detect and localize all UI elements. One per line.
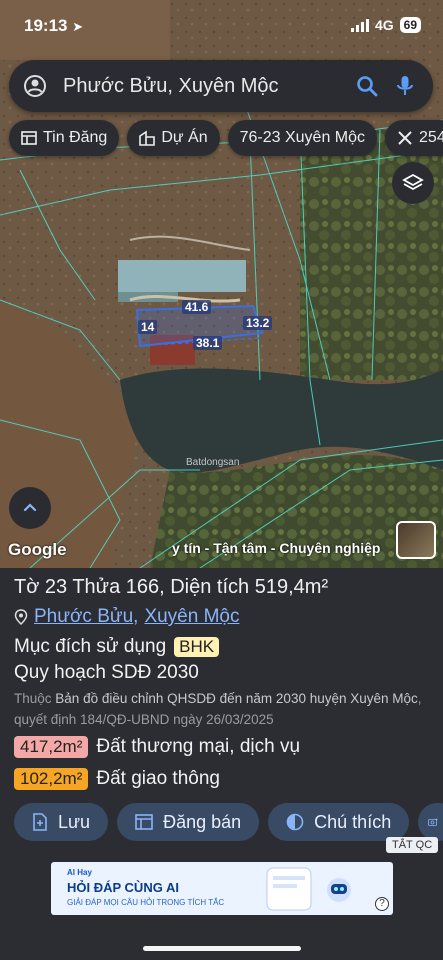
ad-brand: AI Hay xyxy=(67,868,92,877)
status-indicators: 4G 69 xyxy=(350,17,421,33)
parcel-info-panel: Tờ 23 Thửa 166, Diện tích 519,4m² Phước … xyxy=(0,568,443,960)
account-icon[interactable] xyxy=(23,74,47,98)
ad-subline: GIẢI ĐÁP MỌI CÂU HỎI TRONG TÍCH TẮC xyxy=(67,898,225,907)
search-bar[interactable]: Phước Bửu, Xuyên Mộc xyxy=(9,60,433,112)
ad-banner[interactable]: AI Hay HỎI ĐÁP CÙNG AI GIẢI ĐÁP MỌI CÂU … xyxy=(51,862,393,915)
layers-button[interactable] xyxy=(392,162,434,204)
chip-label: Dự Án xyxy=(161,129,208,146)
plot-number: 166 xyxy=(125,576,160,598)
legend-icon xyxy=(286,813,304,831)
land-use-row: 417,2m² Đất thương mại, dịch vụ xyxy=(14,736,300,758)
chip-tools[interactable]: 254 xyxy=(385,120,443,156)
purpose-code-badge: BHK xyxy=(174,637,220,657)
land-use-row: 102,2m² Đất giao thông xyxy=(14,768,220,790)
dimension-label: 38.1 xyxy=(193,336,223,350)
plot-prefix: Thửa xyxy=(67,576,126,598)
title-prefix: Tờ xyxy=(14,576,45,598)
dimension-label: 14 xyxy=(138,320,158,334)
map-watermark: Batdongsan xyxy=(186,457,240,468)
table-icon xyxy=(21,131,37,145)
parcel-title: Tờ 23 Thửa 166, Diện tích 519,4m² xyxy=(14,576,328,599)
filter-chips: Tin Đăng Dự Án 76-23 Xuyên Mộc 254 xyxy=(9,120,443,156)
land-use-label: Đất giao thông xyxy=(96,768,220,789)
post-listing-button[interactable]: Đăng bán xyxy=(117,803,260,841)
chip-tin-dang[interactable]: Tin Đăng xyxy=(9,120,120,156)
camera-button[interactable] xyxy=(418,803,443,841)
sheet-number: 23 xyxy=(44,576,68,598)
location-arrow-icon: ➤ xyxy=(72,19,84,34)
planning-source: Thuộc Bản đồ điều chỉnh QHSDĐ đến năm 20… xyxy=(14,688,434,730)
action-buttons: Lưu Đăng bán Chú thích xyxy=(14,803,443,841)
expand-button[interactable] xyxy=(9,487,51,529)
camera-icon xyxy=(428,818,438,826)
button-label: Đăng bán xyxy=(163,811,242,832)
search-icon[interactable] xyxy=(355,74,379,98)
status-time: 19:13 ➤ xyxy=(24,16,83,36)
help-icon[interactable]: ? xyxy=(375,897,389,911)
marquee-text: y tín - Tận tâm - Chuyên nghiệp xyxy=(172,540,381,556)
land-use-area-badge: 102,2m² xyxy=(14,768,89,790)
chip-label: 254 xyxy=(419,129,443,146)
close-ad-button[interactable]: TẮT QC xyxy=(386,837,439,853)
separator: , xyxy=(133,606,139,627)
parcel-location: Phước Bửu, Xuyên Mộc xyxy=(14,606,239,628)
location-pin-icon xyxy=(14,609,28,625)
network-type: 4G xyxy=(374,17,394,33)
dimension-label: 41.6 xyxy=(182,300,212,314)
map-view[interactable]: 41.6 14 13.2 38.1 Batdongsan 19:13 ➤ 4G … xyxy=(0,0,443,568)
district-link[interactable]: Xuyên Mộc xyxy=(144,606,239,628)
land-purpose: Mục đích sử dụng BHK xyxy=(14,636,220,658)
source-map-name: Bản đồ điều chỉnh QHSDĐ đến năm 2030 huy… xyxy=(55,691,418,706)
source-prefix: Thuộc xyxy=(14,691,52,706)
building-icon xyxy=(139,130,156,146)
status-bar: 19:13 ➤ 4G 69 xyxy=(0,0,443,52)
chip-du-an[interactable]: Dự Án xyxy=(127,120,220,156)
button-label: Chú thích xyxy=(314,811,392,832)
legend-button[interactable]: Chú thích xyxy=(268,803,410,841)
land-use-area-badge: 417,2m² xyxy=(14,736,89,758)
robot-illustration-icon xyxy=(266,867,351,911)
ad-headline: HỎI ĐÁP CÙNG AI xyxy=(67,880,179,895)
dimension-label: 13.2 xyxy=(243,316,273,330)
ward-link[interactable]: Phước Bửu xyxy=(34,606,133,628)
chip-label: Tin Đăng xyxy=(43,129,108,146)
button-label: Lưu xyxy=(58,811,91,832)
google-logo: Google xyxy=(8,540,67,559)
layers-icon xyxy=(402,173,424,191)
home-indicator[interactable] xyxy=(143,946,301,951)
chevron-up-icon xyxy=(23,503,37,512)
signal-icon xyxy=(350,18,369,32)
search-input[interactable]: Phước Bửu, Xuyên Mộc xyxy=(63,75,355,98)
chip-label: 76-23 Xuyên Mộc xyxy=(239,129,366,146)
listing-icon xyxy=(135,814,153,830)
battery-icon: 69 xyxy=(399,17,421,33)
purpose-label: Mục đích sử dụng xyxy=(14,636,167,657)
planning-heading: Quy hoạch SDĐ 2030 xyxy=(14,662,199,683)
land-use-label: Đất thương mại, dịch vụ xyxy=(96,736,301,757)
area-prefix: , Diện tích xyxy=(159,576,255,598)
crossed-tools-icon xyxy=(398,131,412,145)
save-button[interactable]: Lưu xyxy=(14,803,109,841)
street-view-thumbnail[interactable] xyxy=(396,521,436,559)
save-icon xyxy=(33,813,47,831)
parcel-area: 519,4m² xyxy=(254,576,329,598)
chip-sheet-code[interactable]: 76-23 Xuyên Mộc xyxy=(227,120,378,156)
microphone-icon[interactable] xyxy=(393,74,417,98)
clock: 19:13 xyxy=(24,16,68,35)
